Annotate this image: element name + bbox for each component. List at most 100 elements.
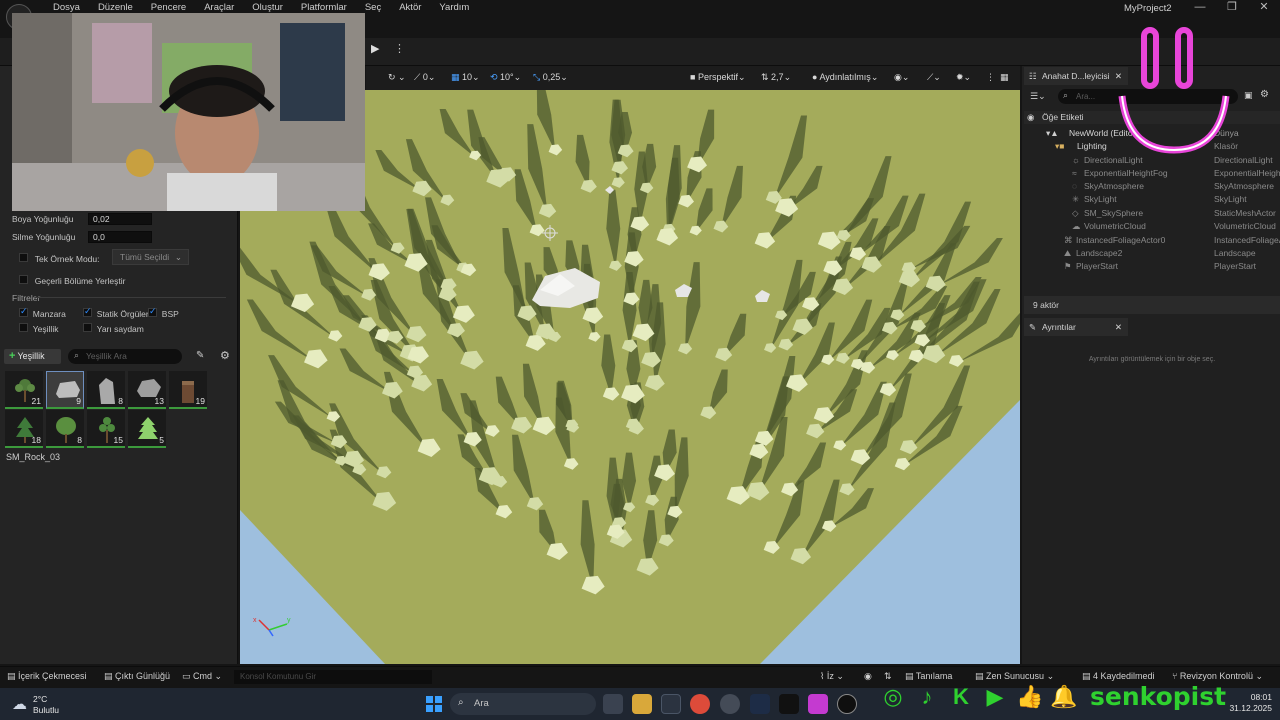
outliner-row[interactable]: ⌘ InstancedFoliageActor0 InstancedFoliag… (1024, 234, 1280, 247)
steam-icon[interactable] (750, 694, 770, 714)
foliage-item-tree-thin[interactable]: 15 (87, 410, 125, 448)
add-foliage-button[interactable]: + Yeşillik (4, 349, 61, 364)
clock-time: 08:01 (1250, 692, 1272, 702)
transform-icon[interactable]: ↻ ⌄ (388, 72, 406, 83)
outliner-row[interactable]: ≈ ExponentialHeightFog ExponentialHeight… (1024, 167, 1280, 180)
cmd-dropdown[interactable]: ▭ Cmd ⌄ (182, 671, 222, 682)
divider (36, 297, 226, 298)
plus-icon: + (9, 350, 16, 362)
add-folder-icon[interactable]: ▣ (1244, 90, 1253, 101)
paint-density-input[interactable]: 0,02 (88, 213, 152, 225)
github-icon[interactable] (720, 694, 740, 714)
tab-details[interactable]: ✎ Ayrıntılar ✕ (1024, 318, 1128, 336)
console-command-input[interactable]: Konsol Komutunu Gir (234, 670, 432, 684)
store-icon[interactable] (661, 694, 681, 714)
foliage-item-conifer[interactable]: 5 (128, 410, 166, 448)
foliage-item-bush[interactable]: 21 (5, 371, 43, 409)
foliage-item-rock-round[interactable]: 13 (128, 371, 166, 409)
filter-translucent[interactable]: Yarı saydam (83, 323, 144, 335)
revision-control-button[interactable]: ⑂ Revizyon Kontrolü ⌄ (1172, 671, 1263, 682)
output-log-button[interactable]: ▤ Çıktı Günlüğü (104, 671, 170, 682)
filter-translucent-checkbox[interactable] (83, 323, 92, 332)
speed-icon: ⇅ (761, 72, 772, 82)
grid-snap-button[interactable]: ▦ 10⌄ (451, 72, 480, 83)
unsaved-button[interactable]: ▤ 4 Kaydedilmedi (1082, 671, 1155, 682)
close-icon[interactable]: ✕ (1248, 1, 1280, 14)
filter-landscape-checkbox[interactable] (19, 306, 28, 317)
file-explorer-icon[interactable] (632, 694, 652, 714)
tab-outliner[interactable]: ☷ Anahat D...leyicisi ✕ (1024, 67, 1128, 85)
terminal-icon: ▭ (182, 671, 194, 681)
layout-icon[interactable]: ▦ (1000, 72, 1009, 83)
tiktok-icon: ♪ (921, 683, 933, 709)
gear-icon[interactable]: ⚙ (220, 349, 230, 362)
single-instance-checkbox[interactable] (19, 253, 28, 262)
menu-actor[interactable]: Aktör (390, 2, 430, 14)
foliage-search-input[interactable]: Yeşillik Ara (68, 349, 182, 364)
unreal-engine-icon[interactable] (837, 694, 857, 714)
filter-bsp[interactable]: BSP (148, 306, 179, 320)
scalability-icon[interactable]: ⟋⌄ (927, 72, 941, 83)
epic-games-icon[interactable] (779, 694, 799, 714)
filter-static-mesh[interactable]: Statik Örgüler (83, 306, 149, 320)
record-icon[interactable]: ◉ (864, 671, 872, 682)
foliage-item-rock-tall[interactable]: 8 (87, 371, 125, 409)
rotation-snap-button[interactable]: ⟲ 10°⌄ (490, 72, 521, 83)
minimize-icon[interactable]: — (1184, 1, 1216, 14)
chrome-icon[interactable] (690, 694, 710, 714)
foliage-item-stump[interactable]: 19 (169, 371, 207, 409)
network-icon[interactable]: ⇅ (884, 671, 892, 682)
filter-static-mesh-checkbox[interactable] (83, 306, 92, 317)
outliner-row[interactable]: ◌ SkyAtmosphere SkyAtmosphere (1024, 180, 1280, 193)
outliner-row[interactable]: ⛰ Landscape2 Landscape (1024, 247, 1280, 260)
close-tab-icon[interactable]: ✕ (1115, 318, 1122, 336)
trace-button[interactable]: ⌇ İz ⌄ (820, 671, 844, 682)
filter-bsp-checkbox[interactable] (148, 306, 157, 317)
settings-icon[interactable]: ✹⌄ (956, 72, 971, 83)
weather-text: Bulutlu (33, 705, 59, 715)
foliage-item-tree-round[interactable]: 8 (46, 410, 84, 448)
filter-landscape[interactable]: Manzara (19, 306, 66, 320)
view-mode-button[interactable]: ■ Perspektif⌄ (690, 72, 746, 83)
snap-angle-button[interactable]: ⟋ 0⌄ (414, 72, 435, 83)
save-icon: ▤ (1082, 671, 1094, 681)
lighting-mode-value: Aydınlatılmış (819, 72, 871, 82)
foliage-count: 19 (195, 396, 205, 406)
place-in-level-checkbox[interactable] (19, 275, 28, 284)
more-options-icon[interactable]: ⋮ (986, 72, 995, 83)
camera-speed-button[interactable]: ⇅ 2,7⌄ (761, 72, 791, 83)
eye-icon[interactable]: ◉ (1027, 111, 1034, 124)
filter-foliage[interactable]: Yeşillik (19, 323, 58, 335)
zen-server-button[interactable]: ▤ Zen Sunucusu ⌄ (975, 671, 1054, 682)
taskbar-clock[interactable]: 08:01 31.12.2025 (1228, 692, 1272, 714)
restore-icon[interactable]: ❐ (1216, 1, 1248, 14)
scale-snap-button[interactable]: ⤡ 0,25⌄ (533, 72, 568, 83)
snap-angle-icon: ⟋ (414, 72, 423, 82)
content-drawer-button[interactable]: ▤ İçerik Çekmecesi (7, 671, 87, 682)
outliner-row[interactable]: ⚑ PlayerStart PlayerStart (1024, 260, 1280, 273)
play-icon[interactable]: ▶ (371, 42, 387, 58)
play-options-icon[interactable]: ⋮ (394, 42, 405, 55)
windows-start-icon[interactable] (424, 694, 444, 714)
erase-density-label: Silme Yoğunluğu (12, 232, 76, 242)
filter-foliage-checkbox[interactable] (19, 323, 28, 332)
task-view-icon[interactable] (603, 694, 623, 714)
outliner-row-type: Landscape (1214, 248, 1256, 258)
settings-gear-icon[interactable]: ⚙ (1260, 89, 1269, 100)
outliner-row[interactable]: ✳ SkyLight SkyLight (1024, 193, 1280, 206)
foliage-item-pine[interactable]: 18 (5, 410, 43, 448)
rotation-snap-value: 10° (500, 72, 514, 82)
diagnostics-button[interactable]: ▤ Tanılama (905, 671, 952, 682)
show-flags-icon[interactable]: ◉⌄ (894, 72, 909, 83)
lighting-mode-button[interactable]: ● Aydınlatılmış⌄ (812, 72, 878, 83)
single-instance-select[interactable]: Tümü Seçildi ⌄ (112, 249, 189, 265)
menu-help[interactable]: Yardım (430, 2, 478, 14)
erase-density-input[interactable]: 0,0 (88, 231, 152, 243)
filter-icon[interactable]: ☰⌄ (1030, 91, 1046, 102)
foliage-item-rock-flat[interactable]: 9 (46, 371, 84, 409)
taskbar-search-input[interactable]: Ara (450, 693, 596, 715)
outliner-row[interactable]: ◇ SM_SkySphere StaticMeshActor (1024, 207, 1280, 220)
outliner-row[interactable]: ☁ VolumetricCloud VolumetricCloud (1024, 220, 1280, 233)
app-icon[interactable] (808, 694, 828, 714)
paint-brush-icon[interactable]: ✎ (196, 350, 204, 361)
